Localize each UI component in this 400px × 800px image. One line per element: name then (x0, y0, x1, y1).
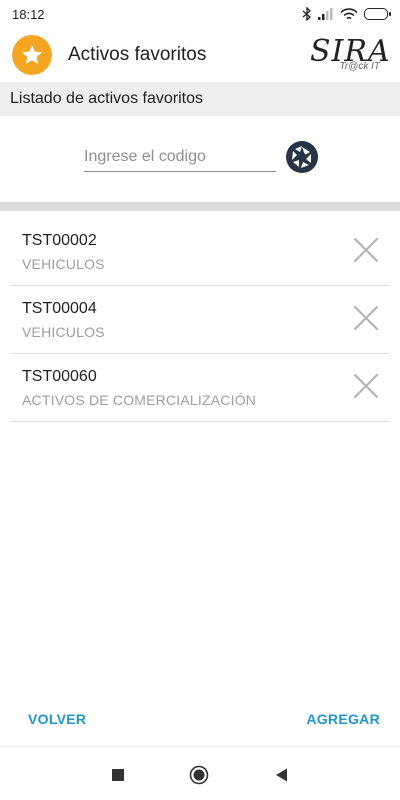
section-header: Listado de activos favoritos (0, 82, 400, 116)
home-button[interactable] (189, 765, 209, 785)
code-search-row (0, 138, 400, 178)
section-divider (0, 202, 400, 211)
asset-code: TST00002 (22, 232, 97, 249)
list-item[interactable]: TST00060 ACTIVOS DE COMERCIALIZACIÓN (10, 354, 390, 422)
status-icons (302, 7, 391, 21)
wifi-icon (340, 7, 358, 19)
triangle-back-icon (276, 768, 287, 782)
asset-category: VEHICULOS (22, 324, 105, 340)
back-button[interactable]: VOLVER (28, 711, 86, 727)
app-bar: Activos favoritos SIRA Tr@ck IT (0, 28, 400, 80)
camera-shutter-icon (286, 141, 318, 173)
status-time: 18:12 (12, 6, 45, 22)
page-title: Activos favoritos (68, 44, 207, 65)
battery-icon (364, 8, 391, 20)
bluetooth-icon (302, 7, 311, 21)
star-icon (12, 35, 52, 75)
square-icon (112, 769, 124, 781)
status-bar: 18:12 (0, 0, 400, 28)
asset-category: ACTIVOS DE COMERCIALIZACIÓN (22, 392, 257, 408)
close-icon[interactable] (354, 238, 378, 262)
close-icon[interactable] (354, 306, 378, 330)
list-item[interactable]: TST00002 VEHICULOS (10, 218, 390, 286)
asset-code: TST00004 (22, 300, 97, 317)
system-nav-bar (0, 746, 400, 800)
code-input[interactable] (84, 144, 276, 172)
sira-logo: SIRA Tr@ck IT (310, 35, 390, 75)
circle-icon (189, 765, 209, 785)
add-button[interactable]: AGREGAR (306, 711, 380, 727)
recent-apps-button[interactable] (108, 765, 128, 785)
asset-code: TST00060 (22, 368, 97, 385)
back-nav-button[interactable] (271, 765, 291, 785)
asset-category: VEHICULOS (22, 256, 105, 272)
list-item[interactable]: TST00004 VEHICULOS (10, 286, 390, 354)
footer-actions: VOLVER AGREGAR (0, 702, 400, 738)
signal-icon (318, 8, 333, 20)
logo-subtext: Tr@ck IT (339, 61, 380, 72)
close-icon[interactable] (354, 374, 378, 398)
favorite-assets-list: TST00002 VEHICULOS TST00004 VEHICULOS TS… (10, 218, 390, 422)
scan-button[interactable] (285, 140, 319, 174)
